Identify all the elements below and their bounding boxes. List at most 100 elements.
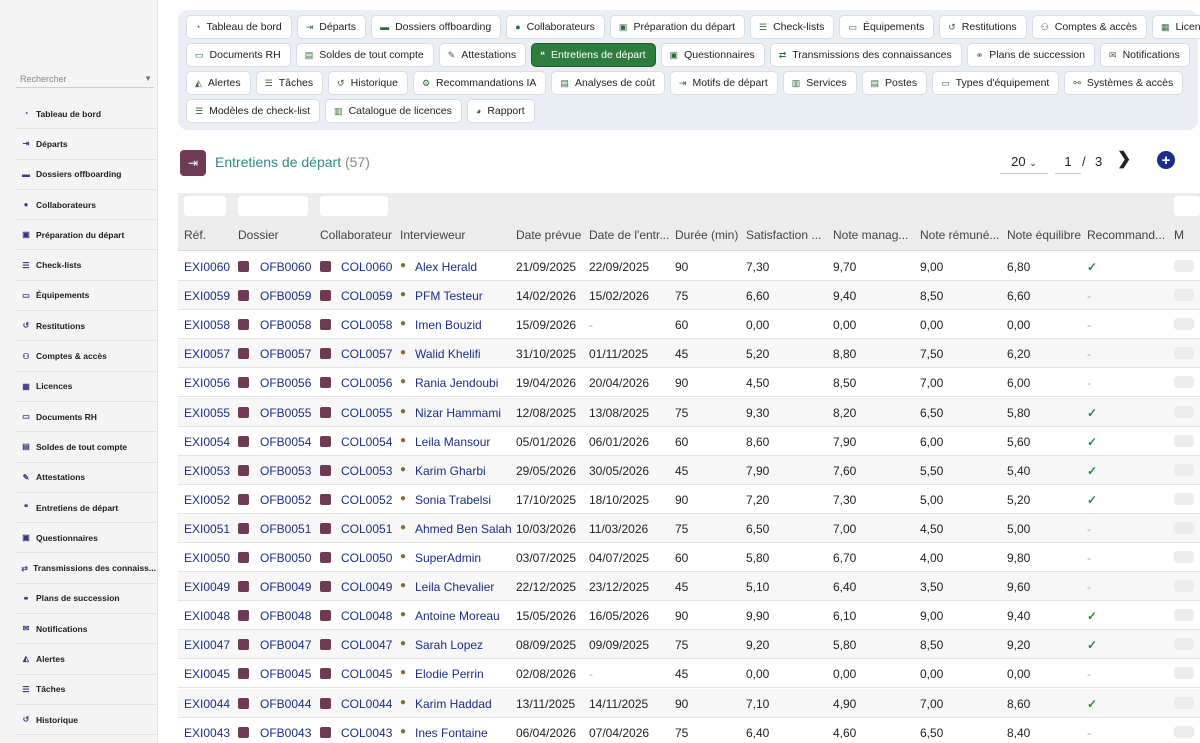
ref-link[interactable]: EXI0051 <box>184 522 230 536</box>
collaborator-link[interactable]: COL0047 <box>341 638 392 652</box>
table-row[interactable]: EXI0060 OFB0060 COL0060 ● Alex Herald 21/09/2… <box>178 252 1200 281</box>
nav-button[interactable]: ▤ Soldes de tout compte <box>295 43 434 67</box>
dossier-link[interactable]: OFB0047 <box>260 638 311 652</box>
sidebar-item[interactable]: ▬ Dossiers offboarding <box>16 160 156 190</box>
nav-button[interactable]: ⇥ Motifs de départ <box>669 71 778 95</box>
next-page-button[interactable]: ❯ <box>1117 149 1131 169</box>
collaborator-link[interactable]: COL0051 <box>341 522 392 536</box>
ref-link[interactable]: EXI0058 <box>184 318 230 332</box>
nav-button[interactable]: ▥ Services <box>782 71 857 95</box>
nav-button[interactable]: ✎ Attestations <box>438 43 527 67</box>
nav-button[interactable]: ▭ Types d'équipement <box>932 71 1060 95</box>
row-action-button[interactable] <box>1174 580 1194 593</box>
nav-button[interactable]: ⚯ Systèmes & accès <box>1064 71 1184 95</box>
nav-button[interactable]: ⚭ Plans de succession <box>966 43 1096 67</box>
interviewer-link[interactable]: Walid Khelifi <box>415 347 481 361</box>
table-row[interactable]: EXI0051 OFB0051 COL0051 ● Ahmed Ben Salah 10/… <box>178 513 1200 543</box>
column-header[interactable]: Date prévue <box>516 228 586 242</box>
nav-button[interactable]: ▣ Préparation du départ <box>609 15 746 39</box>
dossier-link[interactable]: OFB0053 <box>260 464 311 478</box>
table-row[interactable]: EXI0045 OFB0045 COL0045 ● Elodie Perrin 02/08… <box>178 659 1200 689</box>
table-row[interactable]: EXI0058 OFB0058 COL0058 ● Imen Bouzid 15/09/2… <box>178 310 1200 340</box>
ref-link[interactable]: EXI0048 <box>184 609 230 623</box>
sidebar-item[interactable]: ❝ Entretiens de départ <box>16 493 156 524</box>
nav-button[interactable]: ▭ Équipements <box>839 15 935 39</box>
row-action-button[interactable] <box>1174 609 1194 622</box>
column-header[interactable]: Satisfaction ... <box>746 228 824 242</box>
dossier-link[interactable]: OFB0058 <box>260 318 311 332</box>
ref-link[interactable]: EXI0055 <box>184 406 230 420</box>
nav-button[interactable]: ▤ Analyses de coût <box>551 71 665 95</box>
nav-button[interactable]: ▦ Licences <box>1152 15 1200 39</box>
row-action-button[interactable] <box>1174 551 1194 563</box>
table-row[interactable]: EXI0047 OFB0047 COL0047 ● Sarah Lopez 08/09/2… <box>178 630 1200 660</box>
ref-link[interactable]: EXI0047 <box>184 638 230 652</box>
row-action-button[interactable] <box>1174 347 1194 360</box>
filter-collaborateur-input[interactable] <box>320 196 388 216</box>
nav-button[interactable]: ● Collaborateurs <box>506 15 605 39</box>
sidebar-item[interactable]: ▦ Licences <box>16 372 156 402</box>
table-row[interactable]: EXI0053 OFB0053 COL0053 ● Karim Gharbi 29/05/… <box>178 455 1200 485</box>
dossier-link[interactable]: OFB0060 <box>260 260 311 274</box>
nav-button[interactable]: ▥ Catalogue de licences <box>325 99 462 123</box>
nav-button[interactable]: ▬ Dossiers offboarding <box>371 15 502 39</box>
interviewer-link[interactable]: SuperAdmin <box>415 551 481 565</box>
page-size-select[interactable]: 20 ⌄ <box>1000 152 1048 174</box>
nav-button[interactable]: ☰ Modèles de check-list <box>186 99 321 123</box>
collaborator-link[interactable]: COL0045 <box>341 667 392 681</box>
sidebar-item[interactable]: ⇄ Transmissions des connaiss... <box>16 553 156 584</box>
sidebar-item[interactable]: ◭ Alertes <box>16 644 156 675</box>
table-row[interactable]: EXI0049 OFB0049 COL0049 ● Leila Chevalier 22/… <box>178 572 1200 602</box>
row-action-button[interactable] <box>1174 492 1194 505</box>
table-row[interactable]: EXI0056 OFB0056 COL0056 ● Rania Jendoubi 19/0… <box>178 368 1200 398</box>
collaborator-link[interactable]: COL0054 <box>341 435 392 449</box>
sidebar-item[interactable]: ✎ Attestations <box>16 463 156 493</box>
interviewer-link[interactable]: Leila Chevalier <box>415 580 494 594</box>
sidebar-item[interactable]: ▣ Questionnaires <box>16 523 156 554</box>
sidebar-item[interactable]: ⇥ Départs <box>16 129 156 160</box>
interviewer-link[interactable]: Karim Gharbi <box>415 464 486 478</box>
nav-button[interactable]: ⚙ Recommandations IA <box>412 71 547 95</box>
column-header[interactable]: Note équilibre <box>1007 228 1085 242</box>
nav-button[interactable]: ✉ Notifications <box>1100 43 1190 67</box>
interviewer-link[interactable]: Nizar Hammami <box>415 406 501 420</box>
row-action-button[interactable] <box>1174 376 1194 389</box>
table-row[interactable]: EXI0050 OFB0050 COL0050 ● SuperAdmin 03/07/20… <box>178 543 1200 572</box>
dossier-link[interactable]: OFB0057 <box>260 347 311 361</box>
dossier-link[interactable]: OFB0052 <box>260 493 311 507</box>
collaborator-link[interactable]: COL0048 <box>341 609 392 623</box>
ref-link[interactable]: EXI0053 <box>184 464 230 478</box>
table-row[interactable]: EXI0057 OFB0057 COL0057 ● Walid Khelifi 31/10… <box>178 339 1200 369</box>
column-header[interactable]: Note rémuné... <box>920 228 1000 242</box>
dossier-link[interactable]: OFB0051 <box>260 522 311 536</box>
table-row[interactable]: EXI0054 OFB0054 COL0054 ● Leila Mansour 05/01… <box>178 427 1200 456</box>
sidebar-item[interactable]: ⚭ Plans de succession <box>16 584 156 615</box>
dossier-link[interactable]: OFB0050 <box>260 551 311 565</box>
row-action-button[interactable] <box>1174 725 1194 738</box>
sidebar-item[interactable]: ▭ Équipements <box>16 281 156 312</box>
interviewer-link[interactable]: Karim Haddad <box>415 697 492 711</box>
nav-button[interactable]: ▣ Questionnaires <box>660 43 765 67</box>
nav-button[interactable]: ☰ Tâches <box>255 71 324 95</box>
ref-link[interactable]: EXI0057 <box>184 347 230 361</box>
interviewer-link[interactable]: Ines Fontaine <box>415 726 488 740</box>
dossier-link[interactable]: OFB0056 <box>260 376 311 390</box>
ref-link[interactable]: EXI0049 <box>184 580 230 594</box>
filter-extra-input[interactable] <box>1174 196 1200 216</box>
dossier-link[interactable]: OFB0054 <box>260 435 311 449</box>
ref-link[interactable]: EXI0043 <box>184 726 230 740</box>
collaborator-link[interactable]: COL0059 <box>341 289 392 303</box>
column-header[interactable]: Recommand... <box>1087 228 1167 242</box>
collaborator-link[interactable]: COL0055 <box>341 406 392 420</box>
table-row[interactable]: EXI0043 OFB0043 COL0043 ● Ines Fontaine 06/04… <box>178 718 1200 743</box>
row-action-button[interactable] <box>1174 638 1194 651</box>
table-row[interactable]: EXI0059 OFB0059 COL0059 ● PFM Testeur 14/02/2… <box>178 281 1200 311</box>
collaborator-link[interactable]: COL0044 <box>341 697 392 711</box>
sidebar-item[interactable]: ↺ Historique <box>16 705 156 736</box>
collaborator-link[interactable]: COL0050 <box>341 551 392 565</box>
row-action-button[interactable] <box>1174 260 1194 272</box>
table-row[interactable]: EXI0052 OFB0052 COL0052 ● Sonia Trabelsi 17/1… <box>178 485 1200 514</box>
nav-button[interactable]: ⇥ Départs <box>296 15 367 39</box>
collaborator-link[interactable]: COL0058 <box>341 318 392 332</box>
column-header[interactable]: Note manag... <box>833 228 913 242</box>
